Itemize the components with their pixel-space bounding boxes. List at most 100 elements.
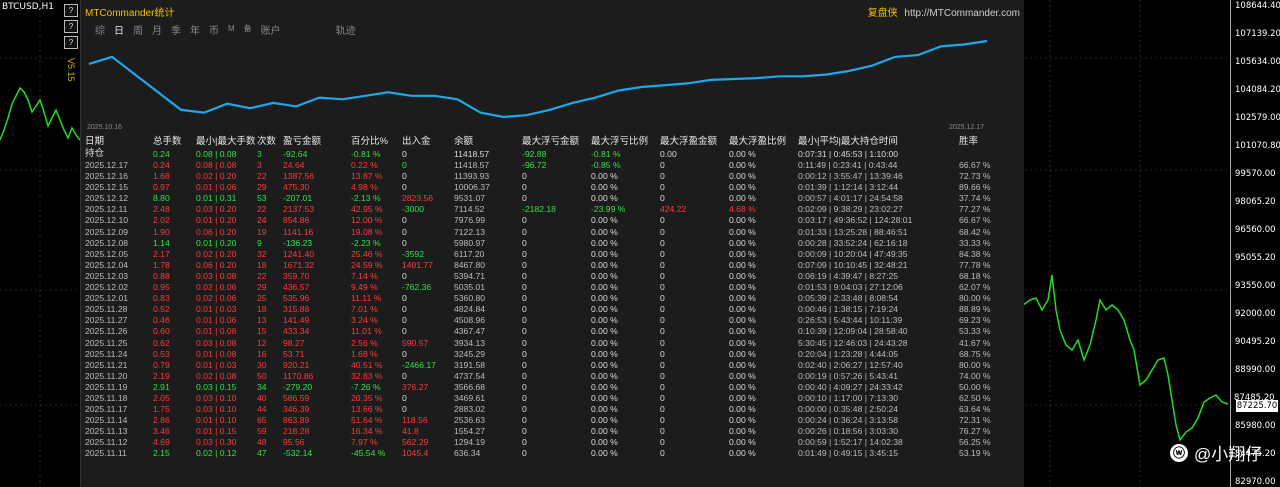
cell-count: 53 xyxy=(257,193,267,204)
cell-lots: 0.46 xyxy=(153,315,170,326)
cell-date: 2025.11.19 xyxy=(85,381,128,392)
cell-pct: 12.00 % xyxy=(351,215,383,226)
cell-date: 2025.11.20 xyxy=(85,370,128,381)
table-row: 2025.12.03 0.88 0.03 | 0.08 22 359.70 7.14 % 0… xyxy=(81,271,1024,282)
website-link[interactable]: http://MTCommander.com xyxy=(904,8,1020,19)
cell-max-fe-pct: 0.00 % xyxy=(729,337,756,348)
cell-win-rate: 41.67 % xyxy=(959,337,991,348)
cell-io: 0 xyxy=(402,392,407,403)
cell-lots: 0.95 xyxy=(153,282,170,293)
cell-max-fe: 0 xyxy=(660,237,665,248)
cell-minmax: 0.01 | 0.06 xyxy=(196,182,237,193)
price-tick: 107139.20 xyxy=(1235,29,1280,39)
table-row: 2025.11.26 0.60 0.01 | 0.08 15 433.34 11.01 %… xyxy=(81,326,1024,337)
cell-max-dd-pct: 0.00 % xyxy=(591,259,618,270)
cell-lots: 2.02 xyxy=(153,215,170,226)
cell-date: 2025.12.12 xyxy=(85,193,129,204)
cell-lots: 0.60 xyxy=(153,326,170,337)
cell-lots: 0.88 xyxy=(153,270,170,281)
price-tick: 96560.00 xyxy=(1235,225,1276,235)
cell-max-fe: 0 xyxy=(660,392,665,403)
cell-max-fe: 0 xyxy=(660,337,665,348)
cell-max-fe: 0 xyxy=(660,426,665,437)
cell-max-fe-pct: 0.00 % xyxy=(729,326,756,337)
cell-max-dd: 0 xyxy=(522,315,527,326)
cell-max-dd: -2182.18 xyxy=(522,204,556,215)
cell-hold-time: 0:01:33 | 13:25:28 | 88:46:51 xyxy=(798,226,908,237)
cell-max-dd-pct: 0.00 % xyxy=(591,193,618,204)
cell-max-fe: 0 xyxy=(660,160,665,170)
cell-date: 2025.11.24 xyxy=(85,348,128,359)
cell-pnl: 24.64 xyxy=(283,160,305,170)
cell-lots: 0.24 xyxy=(153,160,170,170)
cell-count: 3 xyxy=(257,160,262,170)
cell-balance: 2883.02 xyxy=(454,404,486,415)
cell-max-dd: 0 xyxy=(522,337,527,348)
cell-max-dd-pct: 0.00 % xyxy=(591,304,618,315)
cell-minmax: 0.03 | 0.08 xyxy=(196,270,237,281)
cell-max-fe: 0 xyxy=(660,437,665,448)
cell-lots: 2.86 xyxy=(153,415,170,426)
tab-overview[interactable]: 综 xyxy=(95,22,105,37)
cell-balance: 7976.99 xyxy=(454,215,486,226)
cell-max-fe: 0 xyxy=(660,359,665,370)
right-candles xyxy=(1022,274,1229,442)
cell-io: 0 xyxy=(402,215,407,226)
price-tick: 82970.00 xyxy=(1235,477,1276,487)
cell-lots: 1.14 xyxy=(153,237,170,248)
cell-max-fe: 0 xyxy=(660,182,665,193)
tab-magic[interactable]: M xyxy=(228,22,235,36)
cell-date: 2025.12.05 xyxy=(85,248,129,259)
cell-max-fe-pct: 0.00 % xyxy=(729,237,756,248)
cell-minmax: 0.01 | 0.15 xyxy=(196,426,237,437)
cell-io: 0 xyxy=(402,171,407,182)
side-button-2[interactable]: ? xyxy=(64,20,78,33)
cell-max-fe-pct: 0.00 % xyxy=(729,171,756,182)
table-row: 2025.12.12 8.80 0.01 | 0.31 53 -207.01 -2.13 … xyxy=(81,193,1024,204)
cell-win-rate: 66.67 % xyxy=(959,160,991,170)
tab-track[interactable]: 轨迹 xyxy=(336,22,356,37)
cell-io: -3000 xyxy=(402,204,424,215)
cell-hold-time: 0:10:39 | 12:09:04 | 28:58:40 xyxy=(798,326,908,337)
tab-quarter[interactable]: 季 xyxy=(171,22,181,37)
cell-max-fe: 0 xyxy=(660,304,665,315)
cell-count: 12 xyxy=(257,337,267,348)
cell-max-dd: -96.72 xyxy=(522,160,547,170)
table-row: 2025.11.17 1.75 0.03 | 0.10 44 346.39 13.66 %… xyxy=(81,404,1024,415)
cell-win-rate: 77.78 % xyxy=(959,259,991,270)
cell-lots: 3.46 xyxy=(153,426,170,437)
tab-year[interactable]: 年 xyxy=(190,22,200,37)
cell-pct: 24.59 % xyxy=(351,259,383,270)
cell-win-rate: 80.00 % xyxy=(959,359,991,370)
cell-hold-time: 0:02:40 | 2:06:27 | 12:57:40 xyxy=(798,359,903,370)
tab-note[interactable]: 备 xyxy=(244,22,252,36)
version-label: V5.15 xyxy=(66,58,76,82)
cell-max-fe-pct: 0.00 % xyxy=(729,437,756,448)
cell-minmax: 0.02 | 0.12 xyxy=(196,448,237,459)
cell-max-fe: 0 xyxy=(660,248,665,259)
cell-io: 0 xyxy=(402,404,407,415)
cell-hold-time: 0:11:49 | 0:23:41 | 0:43:44 xyxy=(798,160,898,170)
cell-max-dd-pct: 0.00 % xyxy=(591,171,618,182)
tab-week[interactable]: 周 xyxy=(133,22,143,37)
tab-month[interactable]: 月 xyxy=(152,22,162,37)
cell-hold-time: 0:00:00 | 0:35:48 | 2:50:24 xyxy=(798,404,899,415)
cell-lots: 0.52 xyxy=(153,304,170,315)
cell-pct: 13.87 % xyxy=(351,171,383,182)
side-button-1[interactable]: ? xyxy=(64,4,78,17)
tab-account[interactable]: 账户 xyxy=(261,22,281,37)
tab-day[interactable]: 日 xyxy=(114,22,124,37)
price-axis: 108644.40 107139.20 105634.00 104084.20 … xyxy=(1230,0,1280,487)
side-button-3[interactable]: ? xyxy=(64,36,78,49)
period-tabs: 综 日 周 月 季 年 币 M 备 账户 轨迹 xyxy=(95,22,365,37)
panel-link[interactable]: 复盘侠 http://MTCommander.com xyxy=(868,4,1020,19)
col-header: 盈亏金额 xyxy=(283,136,322,147)
cell-max-dd: 0 xyxy=(522,293,527,304)
cell-lots: 2.48 xyxy=(153,204,170,215)
price-tick: 95055.20 xyxy=(1235,253,1276,263)
cell-minmax: 0.01 | 0.03 xyxy=(196,359,237,370)
tab-symbol[interactable]: 币 xyxy=(209,22,219,37)
watermark: ⓦ @小翔仔 xyxy=(1170,440,1262,465)
cell-win-rate: 80.00 % xyxy=(959,293,991,304)
cell-hold-time: 0:00:59 | 1:52:17 | 14:02:38 xyxy=(798,437,903,448)
